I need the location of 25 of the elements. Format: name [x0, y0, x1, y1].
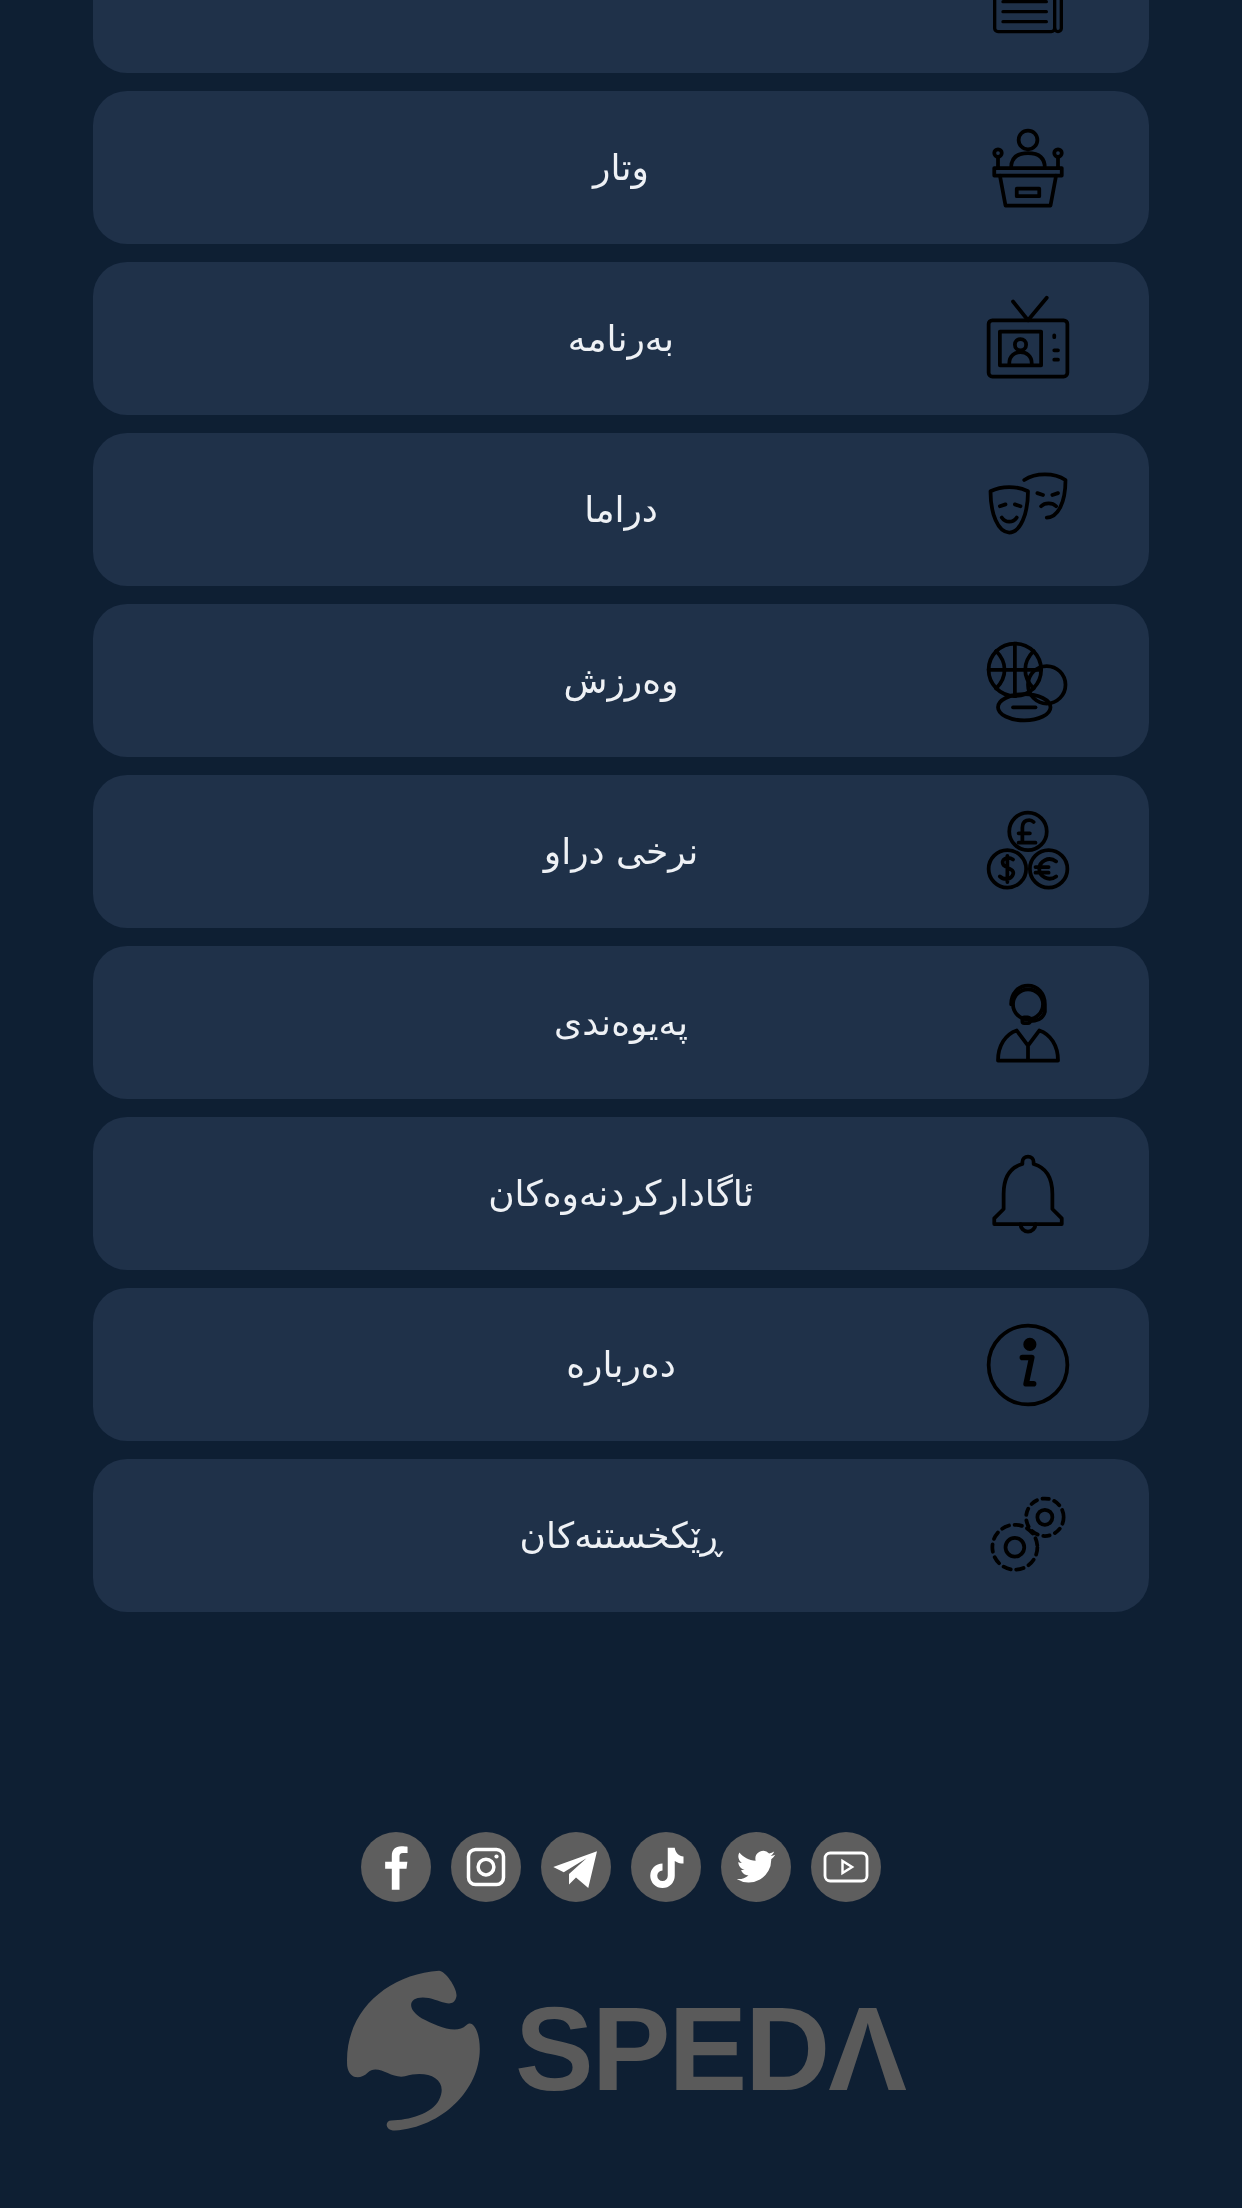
menu-item[interactable]: بەرنامە: [93, 262, 1149, 415]
menu-label: ئاگادارکردنەوەکان: [488, 1173, 754, 1214]
menu-item[interactable]: دەربارە: [93, 1288, 1149, 1441]
menu-item[interactable]: نرخی دراو: [93, 775, 1149, 928]
menu-label: وەرزش: [563, 660, 679, 701]
telegram-icon[interactable]: [541, 1832, 611, 1902]
facebook-icon[interactable]: [361, 1832, 431, 1902]
instagram-icon[interactable]: [451, 1832, 521, 1902]
menu-label: دراما: [584, 489, 658, 530]
logo-wordmark: SPEDΛ: [514, 1990, 905, 2108]
youtube-icon[interactable]: [811, 1832, 881, 1902]
menu-item[interactable]: وەرزش: [93, 604, 1149, 757]
menu-item[interactable]: دراما: [93, 433, 1149, 586]
menu-label: نرخی دراو: [543, 831, 699, 872]
menu-label: بەرنامە: [567, 318, 675, 359]
menu-item[interactable]: ڕێکخستنەکان: [93, 1459, 1149, 1612]
twitter-icon[interactable]: [721, 1832, 791, 1902]
menu-item[interactable]: وتار: [93, 91, 1149, 244]
menu-label: پەیوەندی: [554, 1002, 688, 1043]
menu-label: ڕێکخستنەکان: [519, 1515, 723, 1556]
menu-label: وتار: [593, 147, 649, 188]
menu-label: دەربارە: [566, 1344, 676, 1385]
menu-item[interactable]: ئاگادارکردنەوەکان: [93, 1117, 1149, 1270]
menu-item[interactable]: پەیوەندی: [93, 946, 1149, 1099]
tiktok-icon[interactable]: [631, 1832, 701, 1902]
